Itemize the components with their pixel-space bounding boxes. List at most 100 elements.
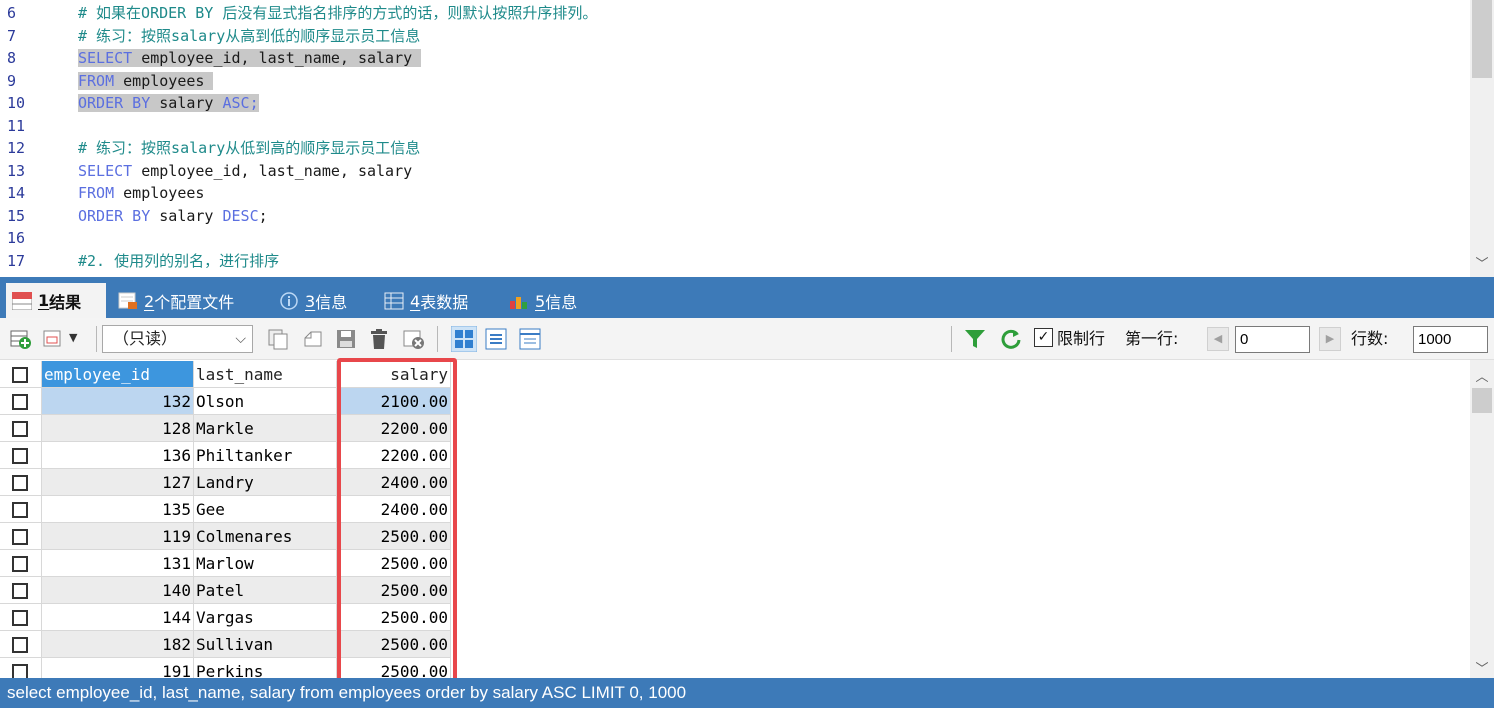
code-line[interactable]: 17 #2. 使用列的别名，进行排序 bbox=[0, 250, 1470, 273]
row-checkbox[interactable] bbox=[12, 637, 28, 653]
column-header-employee-id[interactable]: employee_id bbox=[42, 361, 194, 388]
tab-result-1[interactable]: 1 结果 bbox=[6, 283, 106, 318]
cell-salary[interactable]: 2400.00 bbox=[337, 496, 451, 523]
row-checkbox-cell[interactable] bbox=[0, 442, 42, 469]
code-line[interactable]: 10 ORDER BY salary ASC; bbox=[0, 92, 1470, 115]
save-icon[interactable] bbox=[335, 328, 357, 350]
next-page-button[interactable]: ▶ bbox=[1319, 327, 1341, 351]
row-checkbox[interactable] bbox=[12, 556, 28, 572]
table-row[interactable]: 128 Markle 2200.00 bbox=[0, 415, 1470, 442]
table-row[interactable]: 132 Olson 2100.00 bbox=[0, 388, 1470, 415]
limit-rows-checkbox[interactable]: ✓ bbox=[1034, 328, 1053, 347]
row-checkbox-cell[interactable] bbox=[0, 631, 42, 658]
table-row[interactable]: 140 Patel 2500.00 bbox=[0, 577, 1470, 604]
row-checkbox-cell[interactable] bbox=[0, 415, 42, 442]
row-checkbox[interactable] bbox=[12, 421, 28, 437]
row-checkbox-cell[interactable] bbox=[0, 496, 42, 523]
cell-salary[interactable]: 2500.00 bbox=[337, 658, 451, 678]
cell-employee-id[interactable]: 144 bbox=[42, 604, 194, 631]
row-checkbox-cell[interactable] bbox=[0, 550, 42, 577]
table-row[interactable]: 119 Colmenares 2500.00 bbox=[0, 523, 1470, 550]
cell-salary[interactable]: 2500.00 bbox=[337, 631, 451, 658]
read-only-mode-select[interactable]: （只读） ⌵ bbox=[102, 325, 253, 353]
cell-salary[interactable]: 2200.00 bbox=[337, 415, 451, 442]
cell-last-name[interactable]: Markle bbox=[194, 415, 337, 442]
table-row[interactable]: 144 Vargas 2500.00 bbox=[0, 604, 1470, 631]
cell-employee-id[interactable]: 132 bbox=[42, 388, 194, 415]
code-line[interactable]: 12 # 练习：按照salary从低到高的顺序显示员工信息 bbox=[0, 137, 1470, 160]
cell-employee-id[interactable]: 127 bbox=[42, 469, 194, 496]
cell-last-name[interactable]: Perkins bbox=[194, 658, 337, 678]
table-row[interactable]: 135 Gee 2400.00 bbox=[0, 496, 1470, 523]
tab-result-3[interactable]: 3 信息 bbox=[273, 284, 368, 318]
scroll-up-icon[interactable]: ︿ bbox=[1470, 366, 1494, 385]
cell-last-name[interactable]: Marlow bbox=[194, 550, 337, 577]
cell-employee-id[interactable]: 128 bbox=[42, 415, 194, 442]
cell-last-name[interactable]: Sullivan bbox=[194, 631, 337, 658]
prev-page-button[interactable]: ◀ bbox=[1207, 327, 1229, 351]
sql-editor[interactable]: 6 # 如果在ORDER BY 后没有显式指名排序的方式的话，则默认按照升序排列。… bbox=[0, 0, 1494, 277]
first-row-input[interactable]: 0 bbox=[1235, 326, 1310, 353]
cell-last-name[interactable]: Colmenares bbox=[194, 523, 337, 550]
row-checkbox[interactable] bbox=[12, 502, 28, 518]
row-count-input[interactable]: 1000 bbox=[1413, 326, 1488, 353]
scroll-down-icon[interactable]: ﹀ bbox=[1470, 658, 1494, 677]
dropdown-arrow-icon[interactable]: ▼ bbox=[69, 326, 77, 350]
cell-salary[interactable]: 2200.00 bbox=[337, 442, 451, 469]
code-line[interactable]: 13 SELECT employee_id, last_name, salary bbox=[0, 160, 1470, 183]
result-grid[interactable]: employee_id last_name salary 132 Olson 2100.0… bbox=[0, 360, 1470, 678]
refresh-icon[interactable] bbox=[1000, 328, 1022, 350]
row-checkbox[interactable] bbox=[12, 529, 28, 545]
row-checkbox-cell[interactable] bbox=[0, 469, 42, 496]
code-line[interactable]: 7 # 练习：按照salary从高到低的顺序显示员工信息 bbox=[0, 25, 1470, 48]
filter-icon[interactable] bbox=[964, 328, 986, 350]
code-line[interactable]: 6 # 如果在ORDER BY 后没有显式指名排序的方式的话，则默认按照升序排列。 bbox=[0, 2, 1470, 25]
cell-employee-id[interactable]: 140 bbox=[42, 577, 194, 604]
cell-last-name[interactable]: Patel bbox=[194, 577, 337, 604]
tab-result-2[interactable]: 2 个配置文件 bbox=[112, 284, 262, 318]
cell-employee-id[interactable]: 136 bbox=[42, 442, 194, 469]
cell-last-name[interactable]: Olson bbox=[194, 388, 337, 415]
table-row[interactable]: 182 Sullivan 2500.00 bbox=[0, 631, 1470, 658]
row-checkbox[interactable] bbox=[12, 664, 28, 678]
cell-salary[interactable]: 2500.00 bbox=[337, 604, 451, 631]
tab-result-5[interactable]: 5 信息 bbox=[503, 284, 598, 318]
cancel-changes-icon[interactable] bbox=[403, 328, 425, 350]
row-checkbox[interactable] bbox=[12, 610, 28, 626]
select-all-checkbox[interactable] bbox=[12, 367, 28, 383]
row-checkbox[interactable] bbox=[12, 583, 28, 599]
column-header-last-name[interactable]: last_name bbox=[194, 361, 337, 388]
cell-last-name[interactable]: Gee bbox=[194, 496, 337, 523]
cell-employee-id[interactable]: 131 bbox=[42, 550, 194, 577]
table-row[interactable]: 191 Perkins 2500.00 bbox=[0, 658, 1470, 678]
delete-icon[interactable] bbox=[368, 328, 390, 350]
cell-employee-id[interactable]: 182 bbox=[42, 631, 194, 658]
code-line[interactable]: 8 SELECT employee_id, last_name, salary bbox=[0, 47, 1470, 70]
code-line[interactable]: 15 ORDER BY salary DESC; bbox=[0, 205, 1470, 228]
scrollbar-thumb[interactable] bbox=[1472, 388, 1492, 413]
scroll-down-icon[interactable]: ﹀ bbox=[1470, 257, 1494, 273]
grid-vertical-scrollbar[interactable]: ︿ ﹀ bbox=[1470, 360, 1494, 678]
row-checkbox-cell[interactable] bbox=[0, 658, 42, 678]
cell-salary[interactable]: 2500.00 bbox=[337, 550, 451, 577]
tab-result-4[interactable]: 4 表数据 bbox=[378, 284, 493, 318]
code-line[interactable]: 9 FROM employees bbox=[0, 70, 1470, 93]
row-options-icon[interactable] bbox=[43, 328, 65, 350]
add-row-icon[interactable] bbox=[10, 328, 32, 350]
cell-employee-id[interactable]: 119 bbox=[42, 523, 194, 550]
row-checkbox-cell[interactable] bbox=[0, 604, 42, 631]
grid-view-icon[interactable] bbox=[451, 326, 477, 352]
editor-vertical-scrollbar[interactable]: ﹀ bbox=[1470, 0, 1494, 277]
scrollbar-thumb[interactable] bbox=[1472, 0, 1492, 78]
cell-last-name[interactable]: Philtanker bbox=[194, 442, 337, 469]
table-row[interactable]: 131 Marlow 2500.00 bbox=[0, 550, 1470, 577]
code-line[interactable]: 11 bbox=[0, 115, 1470, 138]
text-view-icon[interactable] bbox=[519, 328, 541, 350]
copy-row-icon[interactable] bbox=[301, 328, 323, 350]
code-line[interactable]: 14 FROM employees bbox=[0, 182, 1470, 205]
row-checkbox-cell[interactable] bbox=[0, 523, 42, 550]
cell-salary[interactable]: 2100.00 bbox=[337, 388, 451, 415]
cell-salary[interactable]: 2400.00 bbox=[337, 469, 451, 496]
cell-last-name[interactable]: Vargas bbox=[194, 604, 337, 631]
duplicate-row-icon[interactable] bbox=[267, 328, 289, 350]
